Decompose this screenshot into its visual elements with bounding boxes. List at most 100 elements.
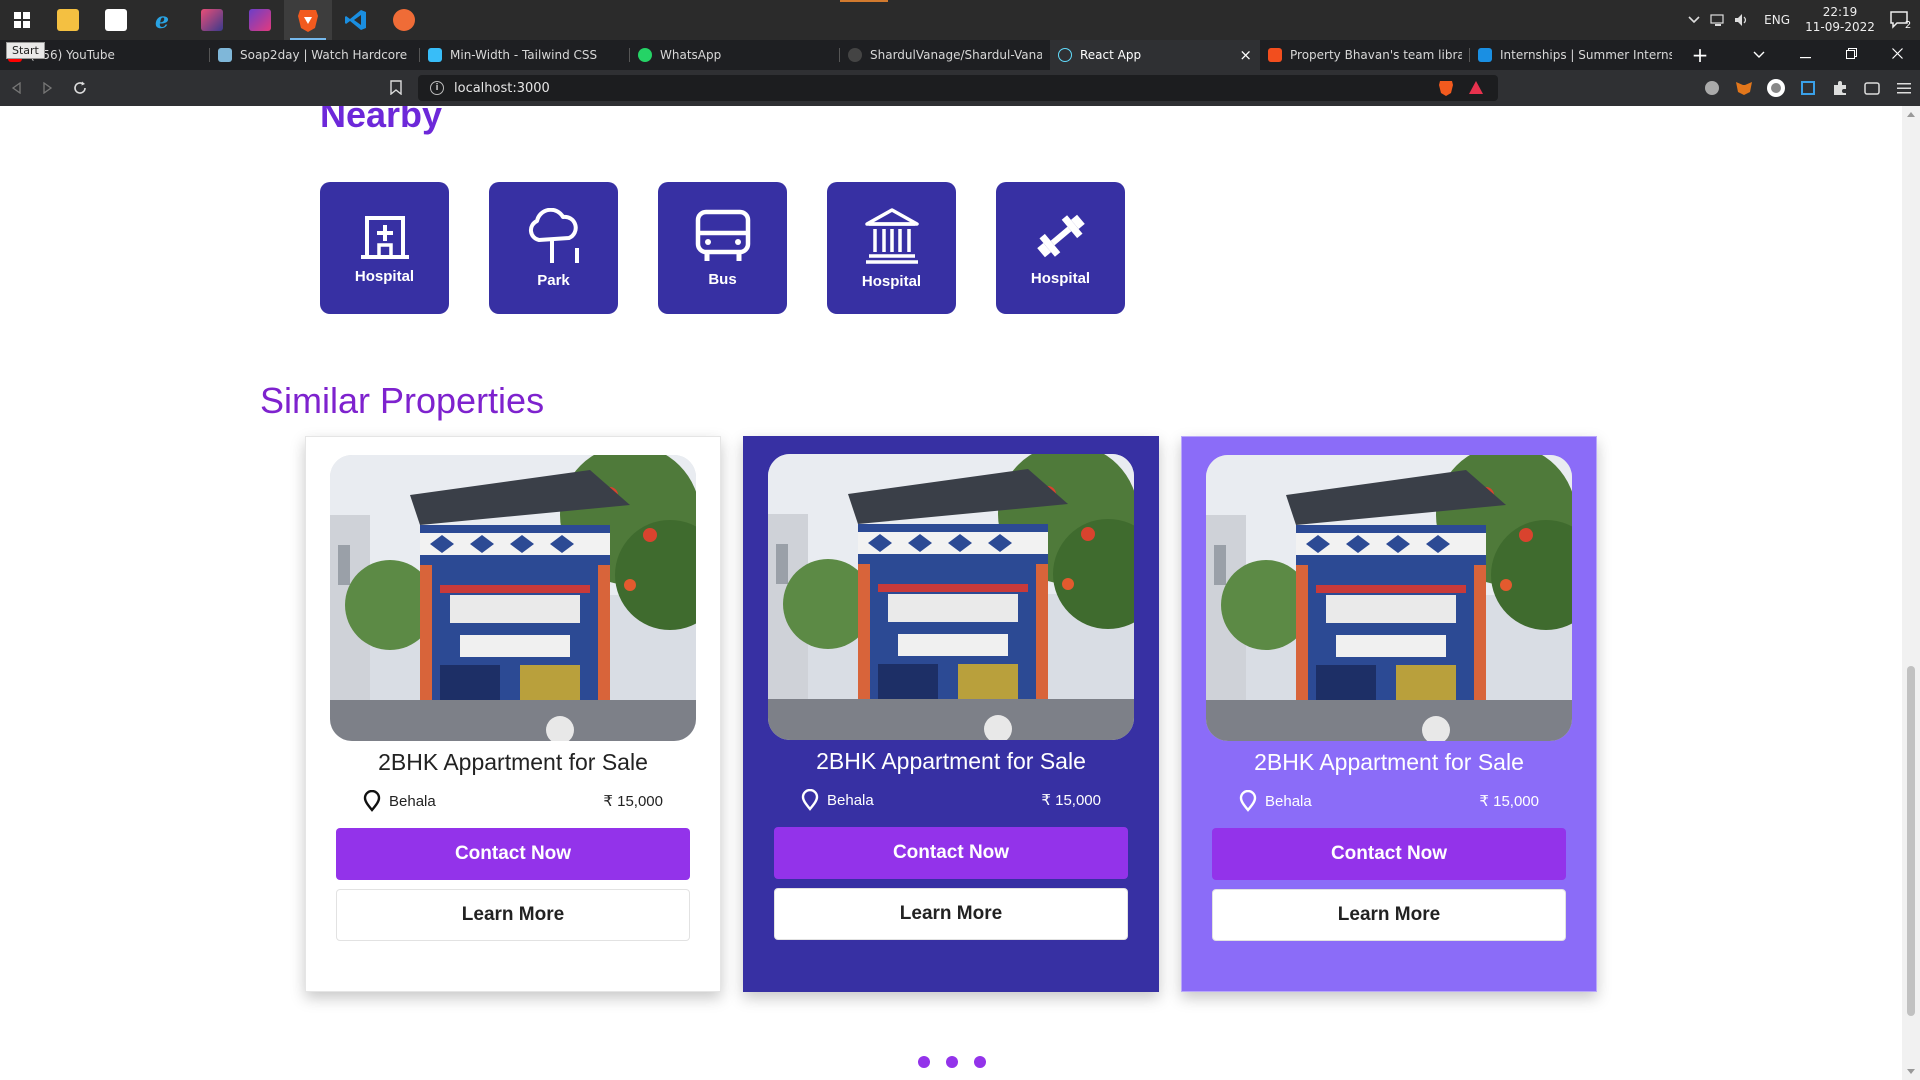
property-meta: Behala ₹ 15,000 xyxy=(1239,790,1539,812)
scrollbar-thumb[interactable] xyxy=(1907,666,1915,1016)
location-pin-icon xyxy=(363,790,381,812)
property-card[interactable]: 2BHK Appartment for Sale Behala ₹ 15,000… xyxy=(1181,436,1597,992)
property-location: Behala xyxy=(363,790,436,812)
forward-arrow-icon xyxy=(43,82,53,94)
internet-explorer-icon: e xyxy=(155,8,169,32)
tab-figma[interactable]: Property Bhavan's team library xyxy=(1260,40,1470,70)
nearby-amenities: Hospital Park Bus Hospital Hospital xyxy=(320,182,1125,314)
amenity-label: Hospital xyxy=(354,267,415,285)
close-window-icon[interactable] xyxy=(1874,47,1920,63)
amenity-bank[interactable]: Hospital xyxy=(827,182,956,314)
postman-icon xyxy=(393,9,415,31)
start-button[interactable] xyxy=(0,0,44,40)
language-indicator[interactable]: ENG xyxy=(1754,13,1800,27)
volume-icon[interactable] xyxy=(1730,0,1754,40)
tab-search-icon[interactable] xyxy=(1736,47,1782,63)
location-pin-icon xyxy=(1239,790,1257,812)
brave-shield-icon[interactable] xyxy=(1438,80,1454,97)
clock-time: 22:19 xyxy=(1822,5,1858,19)
taskbar-internet-explorer[interactable]: e xyxy=(140,0,188,40)
contact-now-button[interactable]: Contact Now xyxy=(774,827,1128,879)
extensions-button[interactable] xyxy=(1824,70,1856,106)
amenity-gym[interactable]: Hospital xyxy=(996,182,1125,314)
chevron-up-icon[interactable] xyxy=(1682,0,1706,40)
minimize-icon[interactable] xyxy=(1782,47,1828,63)
scroll-up-icon[interactable] xyxy=(1907,112,1915,117)
extension-button[interactable] xyxy=(1760,70,1792,106)
tab-whatsapp[interactable]: WhatsApp xyxy=(630,40,840,70)
github-favicon-icon xyxy=(848,48,862,62)
taskbar-vscode[interactable] xyxy=(332,0,380,40)
reload-button[interactable] xyxy=(64,70,96,106)
url-text: localhost:3000 xyxy=(454,80,550,96)
house-photo xyxy=(1206,455,1572,741)
taskbar-store[interactable] xyxy=(92,0,140,40)
tab-react-app[interactable]: React App × xyxy=(1050,40,1260,70)
learn-more-button[interactable]: Learn More xyxy=(336,889,690,941)
menu-button[interactable] xyxy=(1888,70,1920,106)
terminal-icon xyxy=(201,9,223,31)
soap2day-favicon-icon xyxy=(218,48,232,62)
property-card[interactable]: 2BHK Appartment for Sale Behala ₹ 15,000… xyxy=(743,436,1159,992)
taskbar-intellij[interactable] xyxy=(236,0,284,40)
close-tab-icon[interactable]: × xyxy=(1239,46,1252,64)
carousel-dot[interactable] xyxy=(918,1056,930,1068)
file-explorer-icon xyxy=(57,9,79,31)
wallet-button[interactable] xyxy=(1856,70,1888,106)
taskbar-file-explorer[interactable] xyxy=(44,0,92,40)
new-tab-button[interactable]: + xyxy=(1680,43,1720,67)
tailwind-favicon-icon xyxy=(428,48,442,62)
tab-github[interactable]: ShardulVanage/Shardul-Vanage xyxy=(840,40,1050,70)
extension-button[interactable] xyxy=(1728,70,1760,106)
carousel-dot[interactable] xyxy=(946,1056,958,1068)
notification-center[interactable]: 2 xyxy=(1880,0,1920,40)
notification-count: 2 xyxy=(1904,19,1912,31)
tab-internshala[interactable]: Internships | Summer Internship xyxy=(1470,40,1680,70)
carousel-dot[interactable] xyxy=(974,1056,986,1068)
location-pin-icon xyxy=(801,789,819,811)
restore-icon[interactable] xyxy=(1828,47,1874,63)
page-viewport: Nearby Hospital Park Bus Hospital Hospit… xyxy=(0,106,1902,1080)
learn-more-button[interactable]: Learn More xyxy=(774,888,1128,940)
url-input[interactable]: i localhost:3000 xyxy=(418,75,1498,101)
amenity-bus[interactable]: Bus xyxy=(658,182,787,314)
learn-more-button[interactable]: Learn More xyxy=(1212,889,1566,941)
property-meta: Behala ₹ 15,000 xyxy=(801,789,1101,811)
taskbar-brave[interactable] xyxy=(284,0,332,40)
tab-title: Soap2day | Watch Hardcore Her xyxy=(240,48,412,62)
tab-title: Internships | Summer Internship xyxy=(1500,48,1672,62)
taskbar-terminal[interactable] xyxy=(188,0,236,40)
page-scrollbar[interactable] xyxy=(1902,106,1920,1080)
similar-properties-list: 2BHK Appartment for Sale Behala ₹ 15,000… xyxy=(305,436,1597,992)
bookmark-icon[interactable] xyxy=(390,80,402,95)
scroll-down-icon[interactable] xyxy=(1907,1069,1915,1074)
tab-soap2day[interactable]: Soap2day | Watch Hardcore Her xyxy=(210,40,420,70)
forward-button[interactable] xyxy=(32,70,64,106)
clock-date: 11-09-2022 xyxy=(1805,20,1875,34)
back-button[interactable] xyxy=(0,70,32,106)
brave-rewards-icon[interactable] xyxy=(1468,80,1484,96)
property-card[interactable]: 2BHK Appartment for Sale Behala ₹ 15,000… xyxy=(305,436,721,992)
contact-now-button[interactable]: Contact Now xyxy=(1212,828,1566,880)
taskbar-postman[interactable] xyxy=(380,0,428,40)
amenity-label: Hospital xyxy=(861,272,922,290)
clock[interactable]: 22:19 11-09-2022 xyxy=(1800,5,1880,35)
intellij-icon xyxy=(249,9,271,31)
extension-button[interactable] xyxy=(1792,70,1824,106)
network-icon[interactable] xyxy=(1706,0,1730,40)
property-photo xyxy=(768,454,1134,740)
amenity-hospital[interactable]: Hospital xyxy=(320,182,449,314)
tab-tailwind[interactable]: Min-Width - Tailwind CSS xyxy=(420,40,630,70)
address-bar-row: i localhost:3000 xyxy=(0,70,1920,106)
hamburger-menu-icon xyxy=(1897,83,1911,94)
taskbar-highlight xyxy=(840,0,888,2)
amenity-label: Hospital xyxy=(1030,269,1091,287)
extension-button[interactable] xyxy=(1696,70,1728,106)
amenity-park[interactable]: Park xyxy=(489,182,618,314)
puzzle-icon xyxy=(1834,81,1846,95)
site-info-icon[interactable]: i xyxy=(430,81,444,95)
contact-now-button[interactable]: Contact Now xyxy=(336,828,690,880)
screen-capture-icon xyxy=(1801,81,1815,95)
wallet-icon xyxy=(1864,82,1880,95)
profile-extension-icon xyxy=(1767,79,1785,97)
